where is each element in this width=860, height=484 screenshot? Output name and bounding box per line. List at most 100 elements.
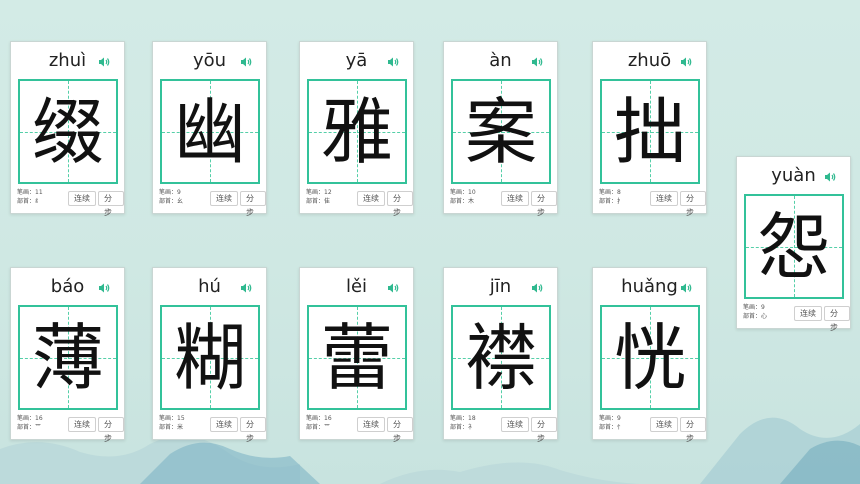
speaker-icon[interactable]: [531, 56, 543, 68]
continuous-button[interactable]: 连续: [501, 417, 529, 432]
char-card-bao: báo 薄 笔画：16 部首：艹 连续 分步: [10, 267, 125, 443]
radical-label: 部首：: [159, 424, 178, 431]
hanzi-character: 怨: [757, 204, 830, 289]
radical-label: 部首：: [17, 424, 36, 431]
stroke-count-label: 笔画：: [17, 415, 36, 422]
stroke-count-label: 笔画：: [306, 189, 325, 196]
tianzige-grid: 糊: [160, 305, 260, 410]
speaker-icon[interactable]: [387, 282, 399, 294]
continuous-button[interactable]: 连续: [68, 191, 96, 206]
tianzige-grid: 襟: [451, 305, 551, 410]
char-meta: 笔画：9 部首：心: [743, 303, 767, 321]
radical: 心: [761, 313, 768, 320]
hanzi-character: 幽: [173, 89, 246, 174]
speaker-icon[interactable]: [98, 282, 110, 294]
speaker-icon[interactable]: [240, 56, 252, 68]
radical-label: 部首：: [306, 424, 325, 431]
step-button[interactable]: 分步: [531, 191, 557, 217]
pinyin-row: yā: [300, 48, 413, 74]
step-button[interactable]: 分步: [240, 191, 266, 217]
stroke-count: 18: [468, 415, 476, 422]
hanzi-character: 拙: [613, 89, 686, 174]
char-card-jin: jīn 襟 笔画：18 部首：衤 连续 分步: [443, 267, 558, 443]
continuous-button[interactable]: 连续: [794, 306, 822, 321]
pinyin-row: yuàn: [737, 163, 850, 189]
continuous-button[interactable]: 连续: [210, 417, 238, 432]
continuous-button[interactable]: 连续: [357, 417, 385, 432]
hanzi-character: 缀: [31, 89, 104, 174]
pinyin-row: àn: [444, 48, 557, 74]
speaker-icon[interactable]: [824, 171, 836, 183]
continuous-button[interactable]: 连续: [210, 191, 238, 206]
pinyin-row: jīn: [444, 274, 557, 300]
radical: 忄: [617, 424, 624, 431]
tianzige-grid: 蕾: [307, 305, 407, 410]
hanzi-character: 糊: [173, 315, 246, 400]
stroke-count: 8: [617, 189, 621, 196]
char-card-yuan: yuàn 怨 笔画：9 部首：心 连续 分步: [736, 156, 851, 332]
tianzige-grid: 薄: [18, 305, 118, 410]
radical: 艹: [35, 424, 42, 431]
hanzi-character: 案: [464, 89, 537, 174]
stroke-count-label: 笔画：: [450, 415, 469, 422]
char-card-hu: hú 糊 笔画：15 部首：米 连续 分步: [152, 267, 267, 443]
stroke-count-label: 笔画：: [450, 189, 469, 196]
speaker-icon[interactable]: [531, 282, 543, 294]
pinyin-row: zhuō: [593, 48, 706, 74]
step-button[interactable]: 分步: [387, 191, 413, 217]
step-button[interactable]: 分步: [680, 417, 706, 443]
step-button[interactable]: 分步: [824, 306, 850, 332]
continuous-button[interactable]: 连续: [650, 191, 678, 206]
stroke-count: 12: [324, 189, 332, 196]
slide-background: [0, 0, 860, 484]
stroke-count-label: 笔画：: [17, 189, 36, 196]
mountain-decoration: [0, 417, 860, 484]
speaker-icon[interactable]: [387, 56, 399, 68]
step-button[interactable]: 分步: [680, 191, 706, 217]
radical: 艹: [324, 424, 331, 431]
pinyin-row: lěi: [300, 274, 413, 300]
step-button[interactable]: 分步: [98, 191, 124, 217]
pinyin-row: yōu: [153, 48, 266, 74]
char-card-you: yōu 幽 笔画：9 部首：幺 连续 分步: [152, 41, 267, 217]
speaker-icon[interactable]: [98, 56, 110, 68]
continuous-button[interactable]: 连续: [650, 417, 678, 432]
radical-label: 部首：: [599, 198, 618, 205]
step-button[interactable]: 分步: [240, 417, 266, 443]
step-button[interactable]: 分步: [531, 417, 557, 443]
continuous-button[interactable]: 连续: [68, 417, 96, 432]
tianzige-grid: 案: [451, 79, 551, 184]
char-meta: 笔画：9 部首：忄: [599, 414, 623, 432]
continuous-button[interactable]: 连续: [501, 191, 529, 206]
tianzige-grid: 拙: [600, 79, 700, 184]
continuous-button[interactable]: 连续: [357, 191, 385, 206]
hanzi-character: 雅: [320, 89, 393, 174]
step-button[interactable]: 分步: [387, 417, 413, 443]
step-button[interactable]: 分步: [98, 417, 124, 443]
stroke-count-label: 笔画：: [306, 415, 325, 422]
speaker-icon[interactable]: [680, 56, 692, 68]
radical: 幺: [177, 198, 184, 205]
stroke-count: 15: [177, 415, 185, 422]
radical: 米: [177, 424, 184, 431]
stroke-count-label: 笔画：: [599, 189, 618, 196]
speaker-icon[interactable]: [680, 282, 692, 294]
speaker-icon[interactable]: [240, 282, 252, 294]
radical-label: 部首：: [599, 424, 618, 431]
hanzi-character: 蕾: [320, 315, 393, 400]
pinyin-row: huǎng: [593, 274, 706, 300]
stroke-count: 9: [177, 189, 181, 196]
tianzige-grid: 雅: [307, 79, 407, 184]
radical-label: 部首：: [306, 198, 325, 205]
stroke-count: 16: [35, 415, 43, 422]
char-card-huang: huǎng 恍 笔画：9 部首：忄 连续 分步: [592, 267, 707, 443]
tianzige-grid: 怨: [744, 194, 844, 299]
hanzi-character: 襟: [464, 315, 537, 400]
char-meta: 笔画：16 部首：艹: [17, 414, 43, 432]
stroke-count-label: 笔画：: [599, 415, 618, 422]
pinyin-row: zhuì: [11, 48, 124, 74]
char-card-zhui: zhuì 缀 笔画：11 部首：纟 连续 分步: [10, 41, 125, 217]
char-meta: 笔画：10 部首：木: [450, 188, 476, 206]
char-card-lei: lěi 蕾 笔画：16 部首：艹 连续 分步: [299, 267, 414, 443]
hanzi-character: 恍: [613, 315, 686, 400]
